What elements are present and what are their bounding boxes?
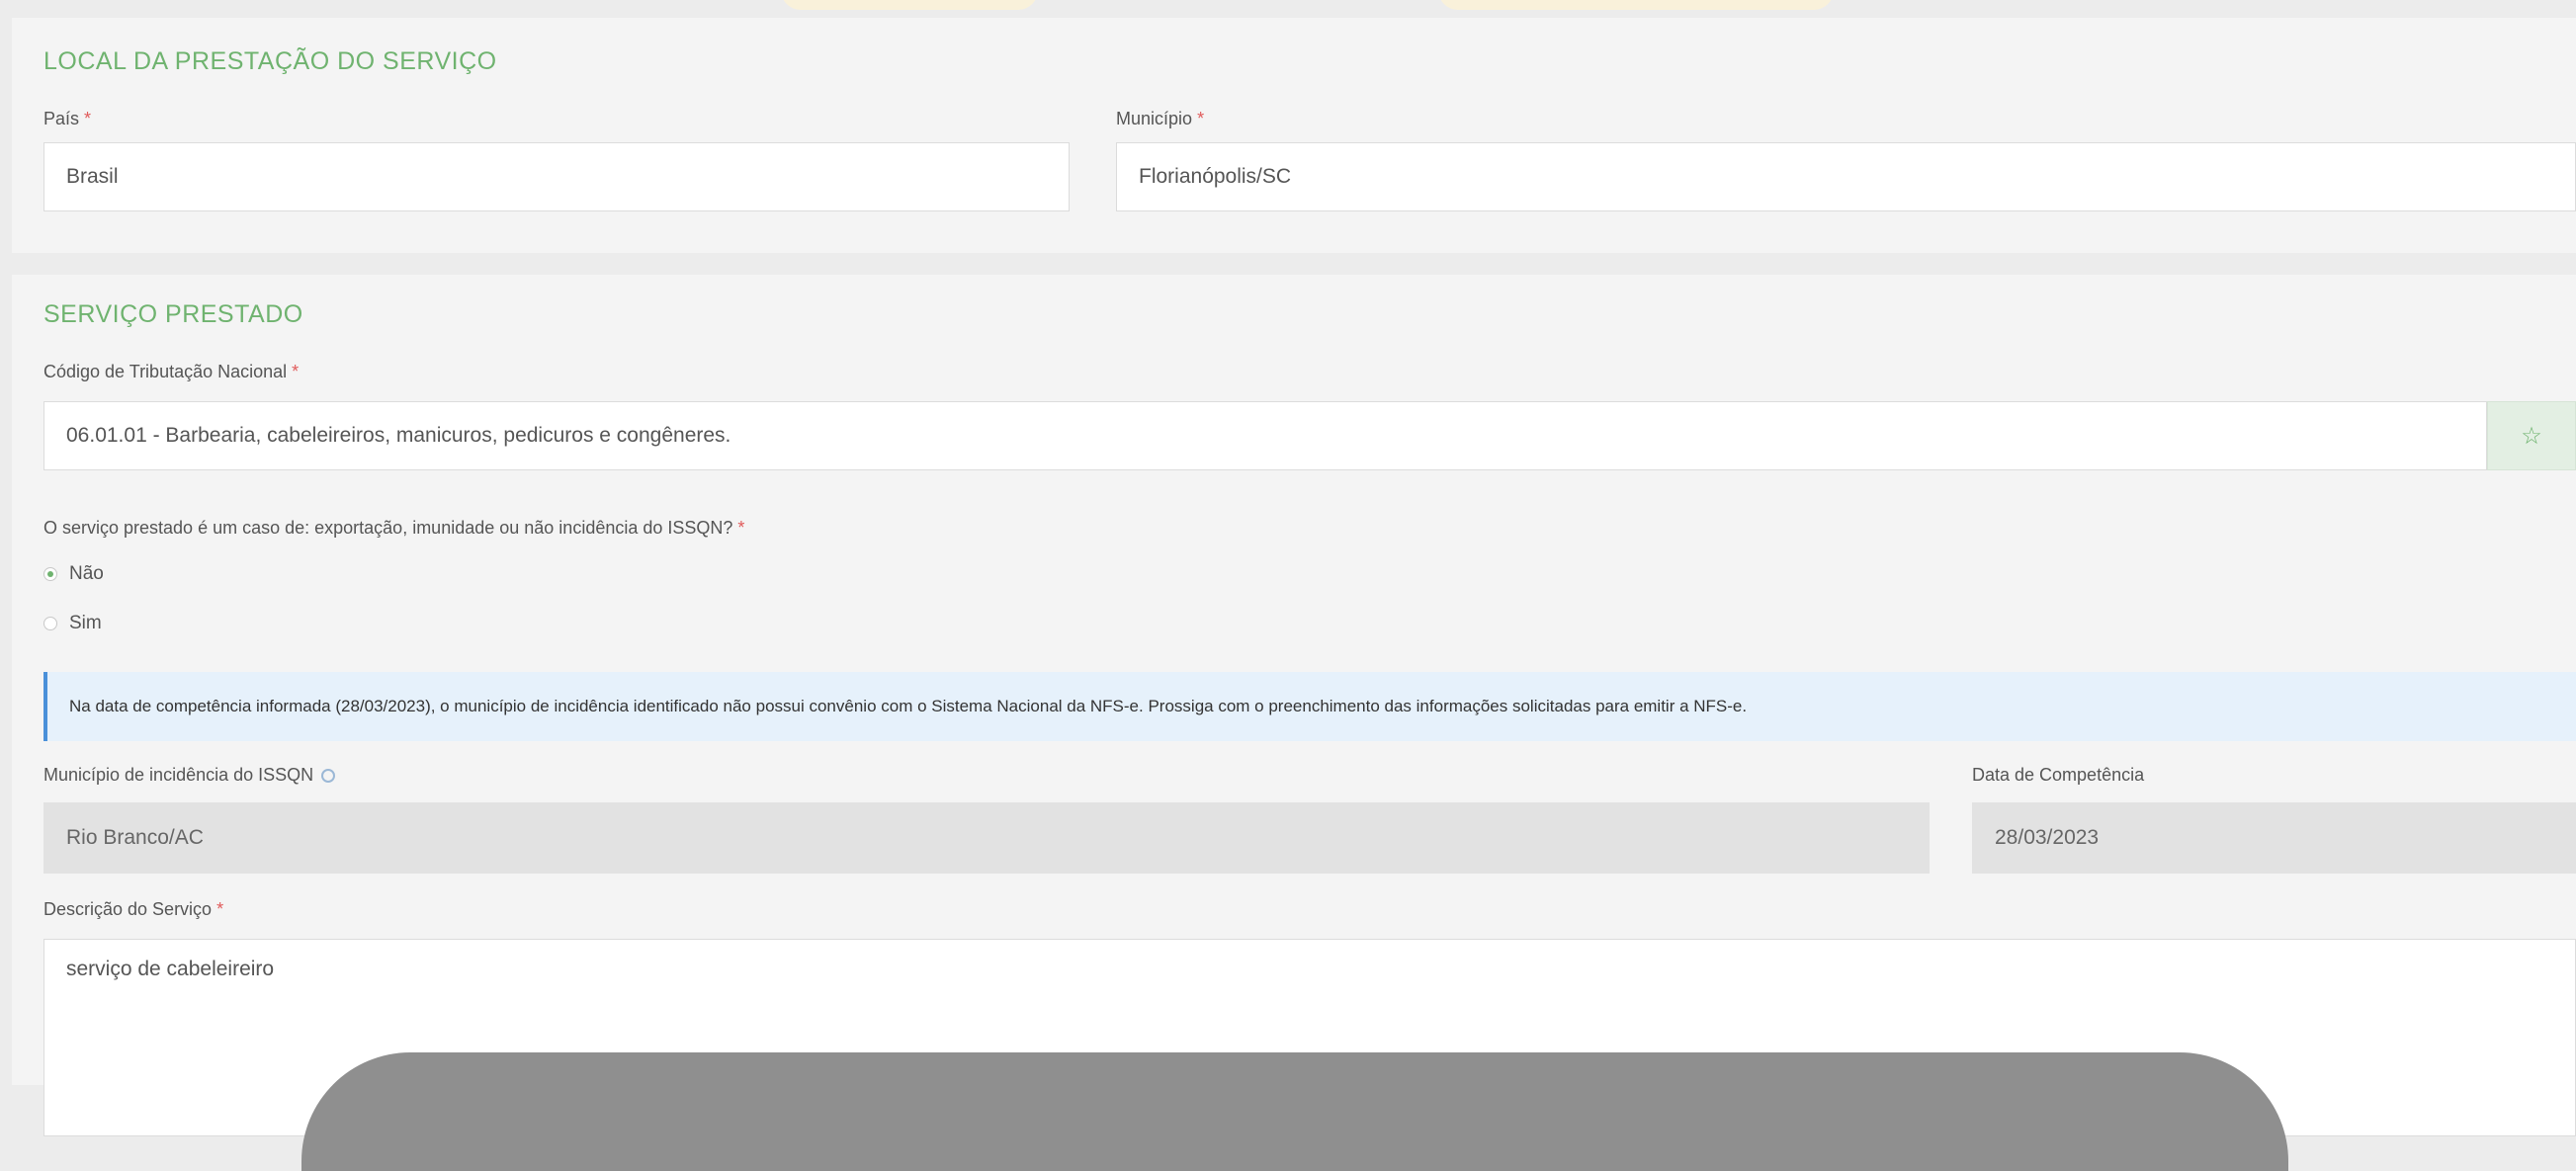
servico-prestado-section: SERVIÇO PRESTADO Código de Tributação Na… bbox=[12, 275, 2576, 1136]
required-mark: * bbox=[84, 109, 92, 128]
required-mark: * bbox=[292, 362, 300, 381]
overlay-panel bbox=[301, 1052, 2288, 1171]
isenção-question: O serviço prestado é um caso de: exporta… bbox=[43, 518, 745, 538]
competencia-label: Data de Competência bbox=[1972, 765, 2145, 785]
header-decoration-right bbox=[1438, 0, 1834, 10]
incidencia-label: Município de incidência do ISSQN bbox=[43, 765, 336, 786]
descricao-label: Descrição do Serviço * bbox=[43, 899, 224, 919]
municipio-label: Município * bbox=[1116, 109, 1205, 128]
radio-nao-label: Não bbox=[69, 563, 104, 584]
required-mark: * bbox=[1197, 109, 1205, 128]
incidencia-value: Rio Branco/AC bbox=[66, 826, 204, 849]
codigo-tributacao-value: 06.01.01 - Barbearia, cabeleireiros, man… bbox=[66, 424, 731, 447]
info-icon[interactable] bbox=[321, 769, 336, 784]
header-decoration-left bbox=[781, 0, 1038, 10]
star-icon: ☆ bbox=[2521, 422, 2542, 450]
radio-nao[interactable]: Não bbox=[43, 563, 104, 585]
pais-field[interactable]: Brasil bbox=[43, 142, 1070, 211]
local-section-title: LOCAL DA PRESTAÇÃO DO SERVIÇO bbox=[43, 47, 497, 75]
local-prestacao-section: LOCAL DA PRESTAÇÃO DO SERVIÇO País * Bra… bbox=[12, 18, 2576, 253]
pais-label: País * bbox=[43, 109, 92, 128]
info-alert-text: Na data de competência informada (28/03/… bbox=[69, 697, 1748, 715]
radio-sim-label: Sim bbox=[69, 613, 102, 633]
pais-value: Brasil bbox=[66, 165, 119, 188]
radio-sim[interactable]: Sim bbox=[43, 613, 102, 634]
competencia-field: 28/03/2023 bbox=[1972, 802, 2576, 874]
radio-button[interactable] bbox=[43, 617, 57, 630]
servico-section-title: SERVIÇO PRESTADO bbox=[43, 300, 303, 328]
incidencia-field: Rio Branco/AC bbox=[43, 802, 1930, 874]
codigo-tributacao-field[interactable]: 06.01.01 - Barbearia, cabeleireiros, man… bbox=[43, 401, 2487, 470]
municipio-value: Florianópolis/SC bbox=[1139, 165, 1292, 188]
required-mark: * bbox=[737, 518, 745, 538]
codigo-tributacao-label: Código de Tributação Nacional * bbox=[43, 362, 300, 381]
favorite-button[interactable]: ☆ bbox=[2487, 401, 2576, 470]
municipio-field[interactable]: Florianópolis/SC bbox=[1116, 142, 2576, 211]
info-alert: Na data de competência informada (28/03/… bbox=[43, 672, 2576, 741]
required-mark: * bbox=[216, 899, 224, 919]
competencia-value: 28/03/2023 bbox=[1995, 826, 2100, 849]
descricao-value: serviço de cabeleireiro bbox=[66, 958, 275, 980]
radio-button[interactable] bbox=[43, 567, 57, 581]
